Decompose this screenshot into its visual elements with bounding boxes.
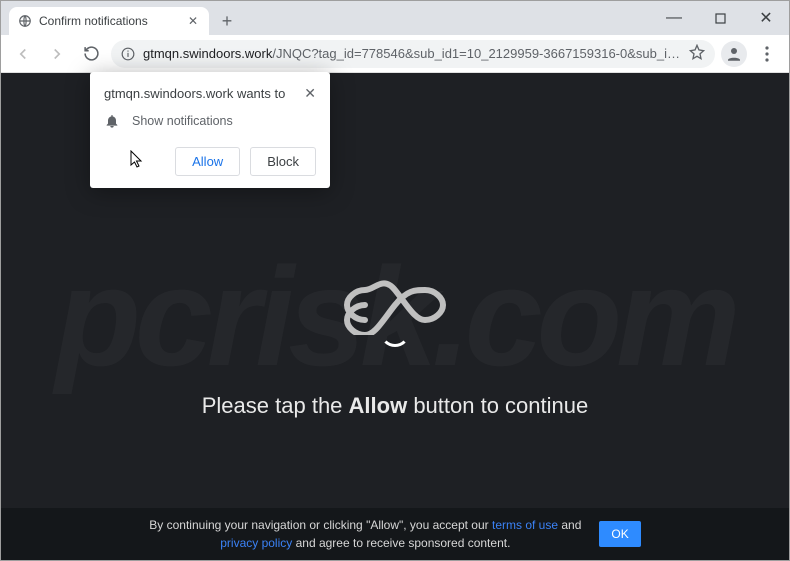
tab-close-icon[interactable]: ✕ bbox=[185, 13, 201, 29]
window-close-button[interactable]: ✕ bbox=[743, 3, 789, 33]
allow-button[interactable]: Allow bbox=[175, 147, 240, 176]
cookie-bar: By continuing your navigation or clickin… bbox=[1, 508, 789, 560]
profile-avatar[interactable] bbox=[721, 41, 747, 67]
address-bar[interactable]: gtmqn.swindoors.work/JNQC?tag_id=778546&… bbox=[111, 40, 715, 68]
instruction-pre: Please tap the bbox=[202, 393, 349, 418]
url-text: gtmqn.swindoors.work/JNQC?tag_id=778546&… bbox=[143, 46, 681, 61]
notification-permission-dialog: gtmqn.swindoors.work wants to ✕ Show not… bbox=[90, 72, 330, 188]
new-tab-button[interactable]: + bbox=[213, 7, 241, 35]
terms-link[interactable]: terms of use bbox=[492, 518, 558, 532]
permission-origin-text: gtmqn.swindoors.work wants to bbox=[104, 86, 285, 101]
instruction-text: Please tap the Allow button to continue bbox=[202, 393, 588, 419]
instruction-bold: Allow bbox=[349, 393, 408, 418]
back-button[interactable] bbox=[9, 40, 37, 68]
globe-icon bbox=[17, 13, 33, 29]
instruction-post: button to continue bbox=[407, 393, 588, 418]
browser-tab[interactable]: Confirm notifications ✕ bbox=[9, 7, 209, 35]
maximize-button[interactable] bbox=[697, 3, 743, 33]
cookie-ok-button[interactable]: OK bbox=[599, 521, 640, 547]
bell-icon bbox=[104, 113, 120, 129]
titlebar: Confirm notifications ✕ + — ✕ bbox=[1, 1, 789, 35]
cookie-text: By continuing your navigation or clickin… bbox=[149, 516, 581, 552]
dialog-close-icon[interactable]: ✕ bbox=[304, 86, 316, 100]
privacy-link[interactable]: privacy policy bbox=[220, 536, 292, 550]
reload-button[interactable] bbox=[77, 40, 105, 68]
loading-spinner-icon bbox=[380, 317, 410, 347]
site-info-icon[interactable] bbox=[121, 47, 135, 61]
block-button[interactable]: Block bbox=[250, 147, 316, 176]
window-controls: — ✕ bbox=[651, 1, 789, 35]
toolbar: gtmqn.swindoors.work/JNQC?tag_id=778546&… bbox=[1, 35, 789, 73]
permission-request-label: Show notifications bbox=[132, 114, 233, 128]
bookmark-star-icon[interactable] bbox=[689, 44, 705, 63]
menu-button[interactable] bbox=[753, 46, 781, 62]
tab-title: Confirm notifications bbox=[39, 14, 179, 28]
forward-button[interactable] bbox=[43, 40, 71, 68]
minimize-button[interactable]: — bbox=[651, 3, 697, 33]
